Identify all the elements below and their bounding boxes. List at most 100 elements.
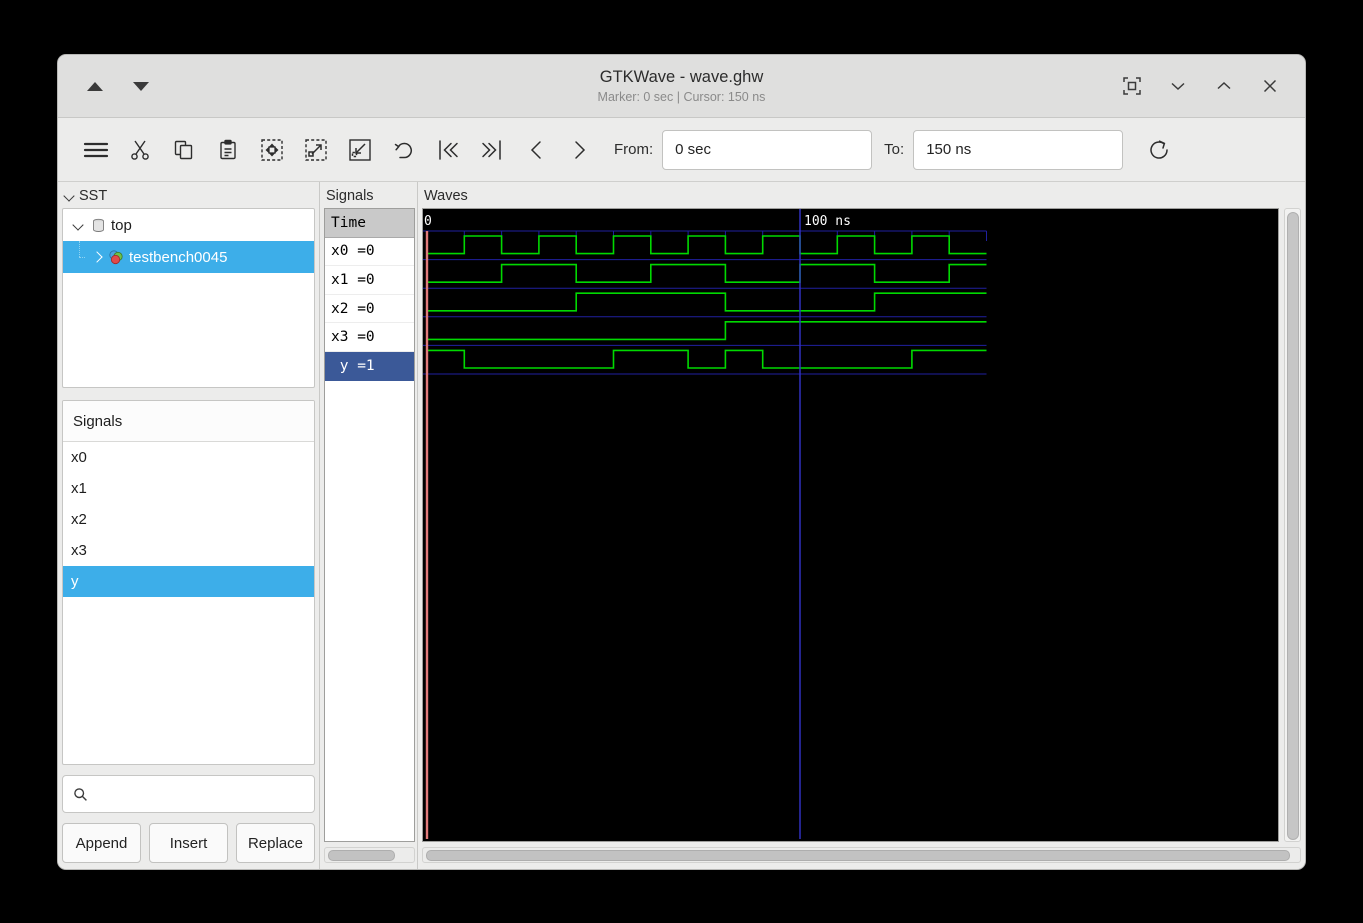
move-signal-up-button[interactable]	[82, 73, 108, 99]
zoom-fit-button[interactable]	[250, 128, 294, 172]
list-item[interactable]: x0	[63, 442, 314, 473]
gtkwave-window: GTKWave - wave.ghw Marker: 0 sec | Curso…	[58, 55, 1305, 869]
wave-name-row-x2[interactable]: x2 =0	[325, 295, 414, 324]
sst-header-label: SST	[79, 188, 108, 204]
chevron-up-icon	[1217, 81, 1231, 90]
menu-icon	[83, 142, 109, 157]
replace-button[interactable]: Replace	[236, 823, 315, 863]
list-item[interactable]: x1	[63, 473, 314, 504]
to-input[interactable]: 150 ns	[913, 129, 1124, 170]
sst-tree[interactable]: top testbench0045	[62, 208, 315, 388]
cut-button[interactable]	[118, 128, 162, 172]
search-box[interactable]	[62, 775, 315, 813]
wave-name-row-time: Time	[325, 209, 414, 238]
menu-button[interactable]	[74, 128, 118, 172]
signal-name: x0	[71, 449, 87, 466]
insert-button[interactable]: Insert	[149, 823, 228, 863]
sst-tree-item-top[interactable]: top	[63, 209, 314, 241]
signal-name: x3	[71, 542, 87, 559]
go-to-start-icon	[439, 139, 458, 160]
next-edge-button[interactable]	[558, 128, 602, 172]
list-item[interactable]: x3	[63, 535, 314, 566]
append-button[interactable]: Append	[62, 823, 141, 863]
sst-header[interactable]: SST	[62, 186, 315, 208]
list-item[interactable]: x2	[63, 504, 314, 535]
wave-name-label: x1 =0	[331, 271, 375, 288]
waves-header: Waves	[422, 186, 1301, 208]
svg-text:0: 0	[424, 214, 432, 229]
wave-name-row-x0[interactable]: x0 =0	[325, 238, 414, 267]
signal-action-buttons: Append Insert Replace	[62, 823, 315, 863]
previous-edge-button[interactable]	[514, 128, 558, 172]
scrollbar-thumb[interactable]	[1286, 212, 1299, 840]
zoom-out-icon	[349, 138, 371, 161]
signals-list[interactable]: x0 x1 x2 x3 y	[63, 442, 314, 764]
signal-name: x2	[71, 511, 87, 528]
waveform-plot: 0 100 ns	[423, 209, 1278, 839]
sst-tree-item-label: testbench0045	[129, 248, 228, 266]
scrollbar-thumb[interactable]	[426, 849, 1291, 861]
sst-tree-item-label: top	[111, 216, 132, 234]
toolbar: From: 0 sec To: 150 ns	[58, 118, 1305, 182]
go-to-end-icon	[482, 139, 501, 160]
fullscreen-icon	[1123, 77, 1141, 95]
instance-icon	[107, 248, 125, 266]
minimize-button[interactable]	[1163, 71, 1193, 101]
from-label: From:	[614, 141, 654, 158]
chevron-down-icon[interactable]	[71, 217, 87, 233]
paste-button[interactable]	[206, 128, 250, 172]
svg-text:100 ns: 100 ns	[804, 214, 851, 229]
chevron-down-icon	[64, 190, 76, 202]
copy-icon	[174, 140, 193, 159]
wave-name-row-y[interactable]: y =1	[325, 351, 414, 381]
undo-button[interactable]	[382, 128, 426, 172]
chevron-right-icon[interactable]	[89, 249, 105, 265]
zoom-in-icon	[305, 138, 327, 161]
signals-list-panel: Signals x0 x1 x2 x3 y	[62, 400, 315, 765]
wave-names-header: Signals	[324, 186, 415, 208]
chevron-left-icon	[530, 140, 541, 159]
wave-name-row-x1[interactable]: x1 =0	[325, 266, 414, 295]
wave-names-header-label: Signals	[326, 188, 374, 204]
scrollbar-thumb[interactable]	[328, 849, 395, 861]
chevron-down-icon	[1171, 82, 1185, 91]
to-value: 150 ns	[926, 141, 972, 158]
waves-main: 0 100 ns	[422, 208, 1301, 842]
move-signal-down-button[interactable]	[128, 73, 154, 99]
sst-tree-item-testbench0045[interactable]: testbench0045	[63, 241, 314, 273]
go-to-end-button[interactable]	[470, 128, 514, 172]
fullscreen-button[interactable]	[1117, 71, 1147, 101]
list-item-selected[interactable]: y	[63, 566, 314, 597]
from-value: 0 sec	[675, 141, 712, 158]
signals-list-header: Signals	[63, 401, 314, 442]
wave-canvas[interactable]: 0 100 ns	[422, 208, 1279, 842]
zoom-out-button[interactable]	[338, 128, 382, 172]
tree-indent-guide	[71, 241, 89, 273]
reload-icon	[1150, 139, 1168, 159]
wave-name-label: x0 =0	[331, 243, 375, 260]
wave-names-list[interactable]: Time x0 =0 x1 =0 x2 =0 x3 =0 y =1	[324, 208, 415, 842]
reload-button[interactable]	[1137, 128, 1181, 172]
waves-pane: Waves 0 100 ns	[418, 182, 1305, 869]
from-input[interactable]: 0 sec	[662, 129, 873, 170]
wave-name-label: x3 =0	[331, 329, 375, 346]
module-icon	[89, 216, 107, 234]
triangle-down-icon	[133, 81, 149, 91]
copy-button[interactable]	[162, 128, 206, 172]
waves-vertical-scrollbar[interactable]	[1284, 208, 1301, 842]
waves-horizontal-scrollbar[interactable]	[422, 847, 1301, 863]
wave-name-row-x3[interactable]: x3 =0	[325, 323, 414, 352]
names-horizontal-scrollbar[interactable]	[324, 847, 415, 863]
cut-icon	[131, 140, 149, 160]
close-button[interactable]	[1255, 71, 1285, 101]
undo-icon	[394, 142, 412, 158]
zoom-fit-icon	[261, 138, 283, 161]
maximize-button[interactable]	[1209, 71, 1239, 101]
signal-name: y	[71, 573, 79, 590]
go-to-start-button[interactable]	[426, 128, 470, 172]
search-icon	[74, 787, 87, 801]
search-input[interactable]	[96, 785, 304, 803]
main-body: SST top testbench0045 Signals x0 x1 x2 x…	[58, 182, 1305, 869]
zoom-in-button[interactable]	[294, 128, 338, 172]
wave-name-label: Time	[331, 214, 366, 231]
